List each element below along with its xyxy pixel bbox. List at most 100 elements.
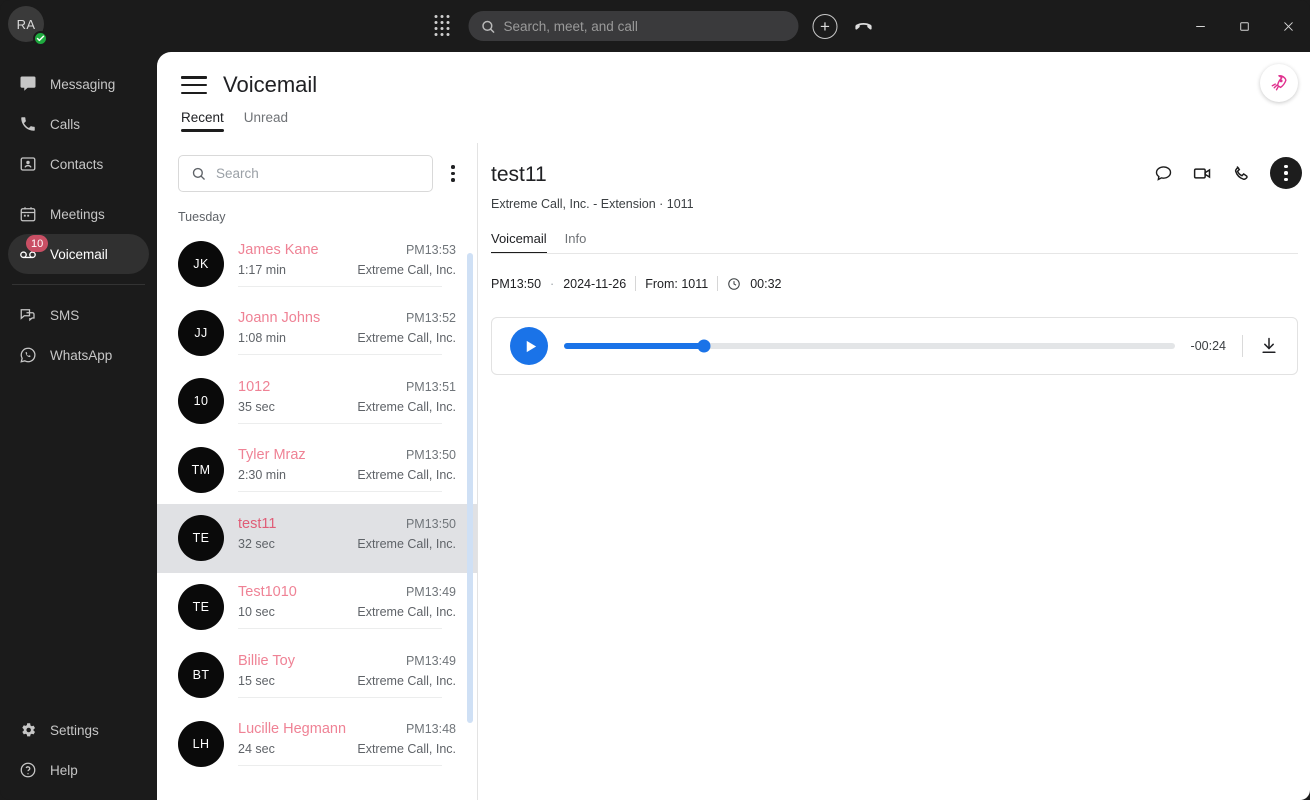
list-more-options-icon[interactable]	[441, 160, 465, 188]
caller-name: Lucille Hegmann	[238, 721, 346, 737]
contact-card-icon	[18, 154, 38, 174]
phone-icon[interactable]	[1231, 163, 1252, 184]
call-duration: 32 sec	[238, 537, 275, 551]
sidebar-item-label: Help	[50, 763, 78, 778]
call-time: PM13:53	[406, 243, 456, 257]
progress-fill	[564, 343, 704, 349]
organization: Extreme Call, Inc.	[357, 537, 456, 551]
detail-subtitle: Extreme Call, Inc. - Extension · 1011	[491, 197, 1284, 211]
call-time: PM13:51	[406, 380, 456, 394]
list-item[interactable]: LH Lucille Hegmann PM13:48 24 sec Extrem…	[157, 710, 477, 779]
list-item-text: James Kane PM13:53 1:17 min Extreme Call…	[238, 242, 456, 287]
detail-header: test11 Extreme Call, Inc. - Extension · …	[479, 143, 1310, 211]
organization: Extreme Call, Inc.	[357, 742, 456, 756]
rocket-icon[interactable]	[1260, 64, 1298, 102]
list-item[interactable]: TE Test1010 PM13:49 10 sec Extreme Call,…	[157, 573, 477, 642]
caller-name: Billie Toy	[238, 653, 295, 669]
list-item[interactable]: TM Tyler Mraz PM13:50 2:30 min Extreme C…	[157, 436, 477, 505]
close-button[interactable]	[1266, 0, 1310, 52]
tab-voicemail[interactable]: Voicemail	[491, 231, 547, 254]
tabs-divider	[491, 253, 1298, 254]
organization: Extreme Call, Inc.	[357, 468, 456, 482]
avatar: TE	[178, 515, 224, 561]
voicemail-detail-panel: test11 Extreme Call, Inc. - Extension · …	[479, 143, 1310, 800]
new-action-button[interactable]: +	[813, 14, 838, 39]
play-icon	[523, 339, 538, 354]
caller-name: test11	[238, 516, 276, 532]
whatsapp-icon	[18, 345, 38, 365]
sidebar-item-label: Contacts	[50, 157, 103, 172]
hamburger-icon[interactable]	[181, 76, 207, 94]
meta-date: 2024-11-26	[563, 277, 626, 291]
sidebar-item-help[interactable]: Help	[8, 750, 149, 790]
avatar: BT	[178, 652, 224, 698]
call-duration: 1:08 min	[238, 331, 286, 345]
list-group-label: Tuesday	[157, 202, 477, 230]
detail-tabs: Voicemail Info	[479, 211, 1310, 254]
caller-name: Joann Johns	[238, 310, 320, 326]
progress-handle[interactable]	[698, 340, 711, 353]
page-header: Voicemail	[157, 52, 1310, 98]
list-search-row	[157, 143, 477, 202]
search-input[interactable]	[216, 166, 420, 181]
gear-icon	[18, 720, 38, 740]
list-item-selected[interactable]: TE test11 PM13:50 32 sec Extreme Call, I…	[157, 504, 477, 573]
organization: Extreme Call, Inc.	[357, 331, 456, 345]
sidebar-item-label: WhatsApp	[50, 348, 112, 363]
sidebar-divider	[12, 284, 145, 285]
call-end-icon[interactable]	[852, 14, 876, 38]
tab-recent[interactable]: Recent	[181, 110, 224, 132]
sidebar-item-meetings[interactable]: Meetings	[8, 194, 149, 234]
video-camera-icon[interactable]	[1192, 163, 1213, 184]
list-item[interactable]: 10 1012 PM13:51 35 sec Extreme Call, Inc…	[157, 367, 477, 436]
remaining-time: -00:24	[1191, 339, 1226, 353]
sidebar-item-settings[interactable]: Settings	[8, 710, 149, 750]
organization: Extreme Call, Inc.	[357, 674, 456, 688]
message-action-icon[interactable]	[1153, 163, 1174, 184]
minimize-button[interactable]	[1178, 0, 1222, 52]
sidebar-item-label: Messaging	[50, 77, 115, 92]
maximize-button[interactable]	[1222, 0, 1266, 52]
avatar[interactable]: RA	[8, 6, 48, 46]
content-surface: Voicemail Recent Unread Tuesday	[157, 52, 1310, 800]
sidebar-item-voicemail[interactable]: 10 Voicemail	[8, 234, 149, 274]
meta-from: From: 1011	[645, 277, 708, 291]
search-input-wrapper[interactable]	[178, 155, 433, 192]
list-item[interactable]: JJ Joann Johns PM13:52 1:08 min Extreme …	[157, 299, 477, 368]
app-window: RA +	[0, 0, 1310, 800]
meta-divider	[635, 276, 636, 291]
sidebar-item-contacts[interactable]: Contacts	[8, 144, 149, 184]
call-duration: 15 sec	[238, 674, 275, 688]
call-time: PM13:52	[406, 311, 456, 325]
more-options-button[interactable]	[1270, 157, 1302, 189]
sidebar-item-label: Meetings	[50, 207, 105, 222]
dialpad-icon[interactable]	[435, 15, 455, 37]
tab-unread[interactable]: Unread	[244, 110, 288, 132]
list-item-text: 1012 PM13:51 35 sec Extreme Call, Inc.	[238, 379, 456, 424]
avatar: LH	[178, 721, 224, 767]
sidebar-item-label: Voicemail	[50, 247, 108, 262]
tab-info[interactable]: Info	[565, 231, 587, 254]
player-divider	[1242, 335, 1243, 357]
search-icon	[481, 19, 496, 34]
organization: Extreme Call, Inc.	[357, 605, 456, 619]
call-time: PM13:50	[406, 517, 456, 531]
sidebar-item-calls[interactable]: Calls	[8, 104, 149, 144]
play-button[interactable]	[510, 327, 548, 365]
list-scrollbar[interactable]	[467, 253, 473, 723]
sidebar-item-messaging[interactable]: Messaging	[8, 64, 149, 104]
phone-icon	[18, 114, 38, 134]
meta-duration: 00:32	[750, 277, 781, 291]
list-item[interactable]: JK James Kane PM13:53 1:17 min Extreme C…	[157, 230, 477, 299]
sidebar-item-sms[interactable]: SMS	[8, 295, 149, 335]
list-item[interactable]: BT Billie Toy PM13:49 15 sec Extreme Cal…	[157, 641, 477, 710]
download-icon[interactable]	[1259, 336, 1279, 356]
list-item-text: Test1010 PM13:49 10 sec Extreme Call, In…	[238, 584, 456, 629]
global-search-box[interactable]	[469, 11, 799, 41]
global-search-input[interactable]	[504, 19, 787, 34]
call-time: PM13:49	[406, 654, 456, 668]
window-controls	[1178, 0, 1310, 52]
sidebar-item-whatsapp[interactable]: WhatsApp	[8, 335, 149, 375]
playback-progress-bar[interactable]	[564, 343, 1175, 349]
avatar: TE	[178, 584, 224, 630]
